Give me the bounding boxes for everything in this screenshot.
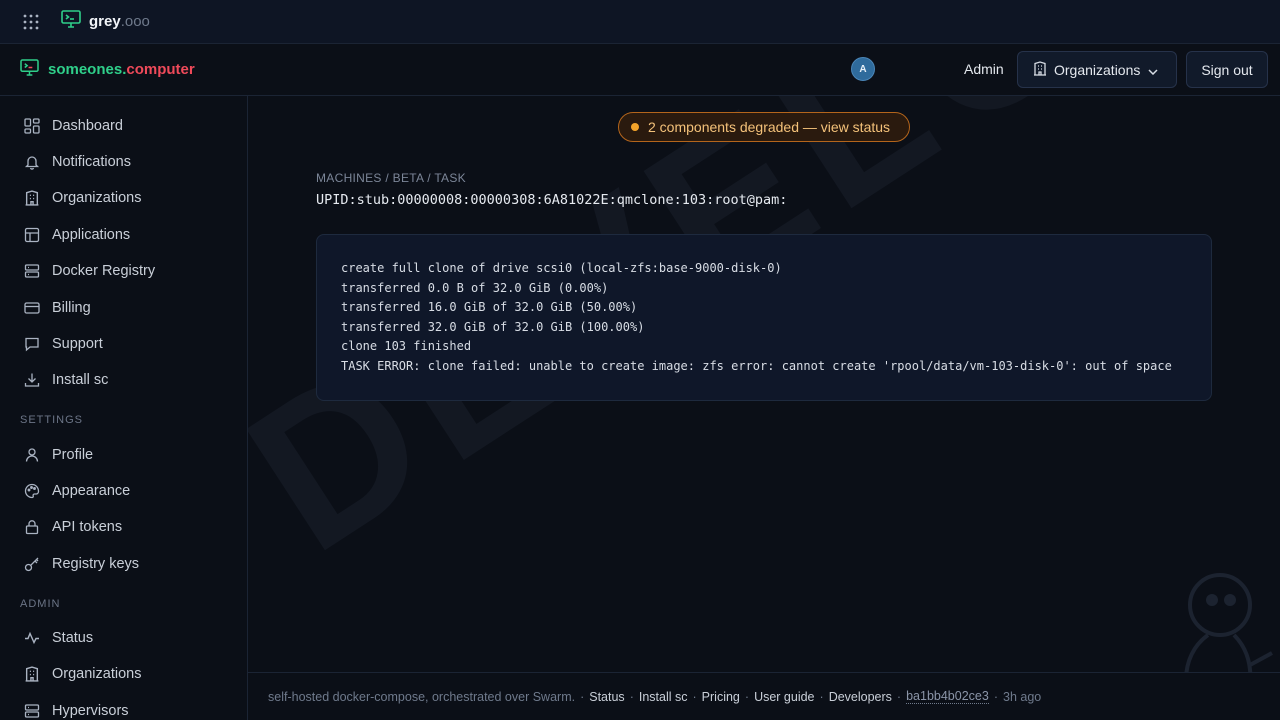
- footer-link-user-guide[interactable]: User guide: [754, 690, 814, 704]
- sidebar-item-label: Support: [52, 336, 103, 352]
- settings-section-label: SETTINGS: [20, 414, 84, 426]
- footer-link-status[interactable]: Status: [589, 690, 624, 704]
- app-brand-part1: someones: [48, 61, 123, 78]
- grey-brand-suffix: .ooo: [120, 13, 150, 30]
- status-banner-text: 2 components degraded — view status: [648, 119, 891, 135]
- log-line: transferred 32.0 GiB of 32.0 GiB (100.00…: [341, 319, 645, 334]
- credit-card-icon: [22, 298, 42, 318]
- sidebar-item-hypervisors[interactable]: Hypervisors: [20, 696, 230, 720]
- server-icon: [22, 261, 42, 281]
- page-title: UPID:stub:00000008:00000308:6A81022E:qmc…: [316, 192, 788, 208]
- footer-link-developers[interactable]: Developers: [829, 690, 892, 704]
- footer-text: self-hosted docker-compose, orchestrated…: [268, 689, 576, 704]
- server-icon: [22, 701, 42, 720]
- layout-icon: [22, 225, 42, 245]
- app-brand-link[interactable]: someones. computer: [20, 58, 195, 81]
- sidebar-item-label: Notifications: [52, 154, 131, 170]
- sidebar-item-label: Install sc: [52, 372, 109, 388]
- log-line: transferred 16.0 GiB of 32.0 GiB (50.00%…: [341, 300, 638, 314]
- grey-brand-link[interactable]: grey .ooo: [61, 10, 150, 33]
- sidebar-item-label: Dashboard: [52, 118, 123, 134]
- lock-icon: [22, 517, 42, 537]
- sidebar-item-dashboard[interactable]: Dashboard: [20, 111, 230, 141]
- sidebar-item-label: Organizations: [52, 190, 142, 206]
- admin-section-label: ADMIN: [20, 598, 61, 610]
- log-line: transferred 0.0 B of 32.0 GiB (0.00%): [341, 280, 609, 295]
- log-line: clone 103 finished: [341, 339, 472, 353]
- activity-icon: [22, 628, 42, 648]
- sidebar-item-support[interactable]: Support: [20, 329, 230, 359]
- sidebar-item-label: API tokens: [52, 519, 123, 535]
- log-line: TASK ERROR: clone failed: unable to crea…: [341, 358, 1172, 373]
- breadcrumb: MACHINES / BETA / TASK: [316, 171, 466, 185]
- message-icon: [22, 334, 42, 354]
- build-age: 3h ago: [1003, 689, 1042, 704]
- commit-hash-link[interactable]: ba1bb4b02ce3: [906, 689, 989, 704]
- sidebar: Dashboard Notifications Organizations Ap…: [0, 96, 248, 720]
- avatar[interactable]: A: [851, 57, 875, 81]
- sidebar-item-appearance[interactable]: Appearance: [20, 476, 230, 506]
- sidebar-item-label: Organizations: [52, 666, 142, 682]
- building-icon: [1033, 60, 1047, 79]
- terminal-monitor-icon: [20, 58, 39, 81]
- chevron-down-icon: [1148, 62, 1158, 78]
- sidebar-item-install-sc[interactable]: Install sc: [20, 365, 230, 395]
- organizations-button-label: Organizations: [1054, 61, 1141, 78]
- footer-link-pricing[interactable]: Pricing: [702, 690, 740, 704]
- warning-dot-icon: [631, 123, 639, 131]
- sidebar-item-label: Registry keys: [52, 556, 140, 572]
- sidebar-item-label: Appearance: [52, 483, 131, 499]
- download-icon: [22, 370, 42, 390]
- terminal-monitor-icon: [61, 10, 81, 33]
- sidebar-item-label: Billing: [52, 300, 91, 316]
- sidebar-item-profile[interactable]: Profile: [20, 440, 230, 470]
- status-banner[interactable]: 2 components degraded — view status: [618, 112, 910, 142]
- sidebar-item-label: Profile: [52, 447, 94, 463]
- task-log: create full clone of drive scsi0 (local-…: [316, 234, 1212, 401]
- sidebar-item-label: Hypervisors: [52, 703, 129, 719]
- log-line: create full clone of drive scsi0 (local-…: [341, 261, 782, 275]
- footer-link-install-sc[interactable]: Install sc: [639, 690, 688, 704]
- sidebar-item-status[interactable]: Status: [20, 623, 230, 653]
- sidebar-item-admin-organizations[interactable]: Organizations: [20, 659, 230, 689]
- sidebar-item-notifications[interactable]: Notifications: [20, 147, 230, 177]
- dashboard-icon: [22, 116, 42, 136]
- sidebar-item-label: Status: [52, 630, 94, 646]
- building-icon: [22, 188, 42, 208]
- app-brand-part2: computer: [126, 61, 195, 78]
- grey-brand-name: grey: [89, 13, 121, 30]
- app-header: someones. computer A Admin Organizations …: [0, 44, 1280, 96]
- main-content: DEVELOPMENT 2 components degraded — view…: [248, 96, 1280, 672]
- bell-icon: [22, 152, 42, 172]
- sidebar-item-label: Docker Registry: [52, 263, 156, 279]
- sidebar-item-docker-registry[interactable]: Docker Registry: [20, 256, 230, 286]
- key-icon: [22, 554, 42, 574]
- building-icon: [22, 664, 42, 684]
- top-bar: grey .ooo: [0, 0, 1280, 44]
- sign-out-button[interactable]: Sign out: [1186, 51, 1268, 88]
- sidebar-item-applications[interactable]: Applications: [20, 220, 230, 250]
- palette-icon: [22, 481, 42, 501]
- organizations-dropdown-button[interactable]: Organizations: [1017, 51, 1177, 88]
- sidebar-item-registry-keys[interactable]: Registry keys: [20, 549, 230, 579]
- sidebar-item-organizations[interactable]: Organizations: [20, 183, 230, 213]
- user-icon: [22, 445, 42, 465]
- sidebar-item-billing[interactable]: Billing: [20, 293, 230, 323]
- app-grid-icon[interactable]: [21, 12, 41, 32]
- sidebar-item-label: Applications: [52, 227, 131, 243]
- sidebar-item-api-tokens[interactable]: API tokens: [20, 512, 230, 542]
- footer: self-hosted docker-compose, orchestrated…: [248, 672, 1280, 720]
- admin-label: Admin: [964, 61, 1004, 77]
